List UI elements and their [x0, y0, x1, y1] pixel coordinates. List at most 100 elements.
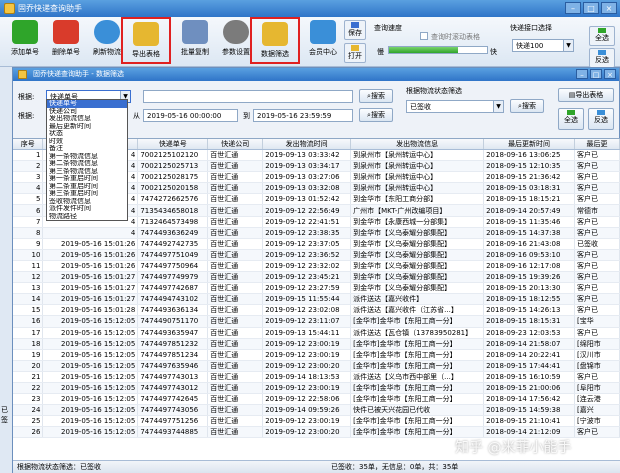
table-cell: 7474492742735 — [137, 238, 209, 250]
minimize-icon[interactable]: – — [565, 2, 581, 14]
table-row[interactable]: 21 2019-05-16 15:12:05 7474497743013 百世汇通 20… — [13, 371, 620, 383]
table-cell: 7002125028175 — [137, 171, 209, 184]
member-center-button[interactable]: 会员中心 — [301, 20, 345, 64]
refresh-icon — [94, 20, 120, 44]
main-select-all-button[interactable]: 全选 — [589, 26, 615, 46]
column-header[interactable]: 快递公司 — [207, 139, 264, 150]
filter-window-title-bar[interactable]: 固乔快递查询助手 - 数据筛选 – □ × — [13, 68, 619, 81]
maximize-icon[interactable]: □ — [583, 2, 599, 14]
table-cell: [金华市]金华市【东阳工商一分】 — [350, 360, 485, 372]
save-button[interactable]: 保存 — [344, 20, 366, 40]
table-cell: 2019-05-16 15:01:27 — [42, 271, 139, 284]
column-header[interactable]: 发出物流信息 — [350, 139, 485, 150]
filter-window-title: 固乔快递查询助手 - 数据筛选 — [33, 70, 124, 78]
status-search-button[interactable]: ⌕搜索 — [510, 99, 544, 113]
dropdown-option[interactable]: 最后更新时间 — [47, 123, 127, 131]
table-cell: 2018-09-16 12:17:08 — [483, 260, 576, 273]
api-select[interactable]: 快递100 ▼ — [512, 39, 574, 52]
table-cell: 15 — [13, 304, 44, 317]
title-bar[interactable]: 固乔快递查询助手 – □ × — [0, 0, 620, 17]
dropdown-option[interactable]: 第二条物流信息 — [47, 160, 127, 168]
table-cell: [金华市]金华市【东阳工商一分】 — [350, 315, 485, 328]
dropdown-option[interactable]: 状态 — [47, 130, 127, 138]
speed-slider[interactable] — [388, 46, 488, 54]
table-cell: 百世汇通 — [207, 360, 264, 372]
dropdown-option[interactable]: 发出物流信息 — [47, 115, 127, 123]
table-row[interactable]: 15 2019-05-16 15:01:28 7474493636134 百世汇通 20… — [13, 304, 620, 317]
filter-minimize-icon[interactable]: – — [576, 69, 588, 79]
dropdown-option[interactable]: 第一条重启时间 — [47, 175, 127, 183]
status-select[interactable]: 已签收 ▼ — [406, 100, 504, 113]
table-row[interactable]: 12 2019-05-16 15:01:27 7474497749979 百世汇通 20… — [13, 271, 620, 284]
table-cell: 百世汇通 — [207, 382, 264, 395]
table-cell: 2019-09-12 23:00:19 — [262, 382, 352, 395]
table-row[interactable]: 17 2019-05-16 15:12:05 7474493635947 百世汇通 20… — [13, 327, 620, 339]
table-row[interactable]: 10 2019-05-16 15:01:26 7474497751049 百世汇通 20… — [13, 249, 620, 261]
search-time-button[interactable]: ⌕搜索 — [359, 108, 393, 122]
dropdown-option[interactable]: 第三条物流信息 — [47, 168, 127, 176]
filter-keyword-input[interactable] — [143, 90, 353, 103]
table-row[interactable]: 9 2019-05-16 15:01:26 7474492742735 百世汇通 201… — [13, 238, 620, 250]
dropdown-option[interactable]: 第一条物流信息 — [47, 153, 127, 161]
table-row[interactable]: 8 4 7474493636249 百世汇通 2019-09-12 23:38:35 到金… — [13, 227, 620, 239]
dropdown-option[interactable]: 时效 — [47, 138, 127, 146]
dropdown-option[interactable]: 快递单号 — [47, 100, 127, 108]
column-header[interactable]: 序号 — [13, 139, 44, 150]
table-row[interactable]: 23 2019-05-16 15:12:05 7474497742645 百世汇通 20… — [13, 393, 620, 406]
dropdown-option[interactable]: 快递公司 — [47, 108, 127, 116]
copy-icon — [182, 20, 208, 44]
table-row[interactable]: 25 2019-05-16 15:12:05 7474497751256 百世汇通 20… — [13, 415, 620, 428]
data-filter-button[interactable]: 数据筛选 — [250, 17, 300, 64]
filter-close-icon[interactable]: × — [604, 69, 616, 79]
table-cell: 2019-09-12 23:36:52 — [262, 249, 352, 261]
table-cell: 百世汇通 — [207, 171, 264, 184]
table-row[interactable]: 24 2019-05-16 15:12:05 7474497743056 百世汇通 20… — [13, 404, 620, 417]
add-number-button[interactable]: 添加单号 — [3, 20, 47, 64]
table-cell: 客户已 — [574, 149, 620, 162]
table-cell: 7474493635947 — [137, 327, 209, 339]
table-row[interactable]: 18 2019-05-16 15:12:05 7474497851232 百世汇通 20… — [13, 338, 620, 350]
main-invert-button[interactable]: 反选 — [589, 48, 615, 68]
dropdown-option[interactable]: 第二条重启时间 — [47, 183, 127, 191]
column-header[interactable]: 发出物流时间 — [262, 139, 352, 150]
table-row[interactable]: 14 2019-05-16 15:01:27 7474494743102 百世汇通 20… — [13, 293, 620, 306]
select-all-icon — [567, 110, 575, 115]
table-cell: 客户已 — [574, 371, 620, 383]
table-cell: 7474497851234 — [137, 349, 209, 361]
close-icon[interactable]: × — [601, 2, 617, 14]
table-row[interactable]: 22 2019-05-16 15:12:05 7474497743012 百世汇通 20… — [13, 382, 620, 395]
table-cell: [金华市]金华市【东阳工商一分】 — [350, 415, 485, 428]
filter-export-button[interactable]: ▤导出表格 — [558, 88, 614, 102]
search-button[interactable]: ⌕搜索 — [359, 89, 393, 103]
dropdown-option[interactable]: 物流路径 — [47, 213, 127, 221]
table-cell: 到泉州市【泉州转运中心】 — [350, 182, 485, 195]
from-datetime-input[interactable]: 2019-05-16 00:00:00 — [143, 109, 238, 122]
dropdown-option[interactable]: 签收物流信息 — [47, 198, 127, 206]
column-header[interactable]: 快递单号 — [137, 139, 209, 150]
filter-invert-button[interactable]: 反选 — [588, 108, 614, 130]
field-dropdown-list[interactable]: 快递单号 快递公司 发出物流信息 最后更新时间 状态 时效 备注 第一条物流信息 第二条物流信息… — [46, 99, 128, 221]
dropdown-option[interactable]: 派件发件时间 — [47, 205, 127, 213]
table-cell: 3 — [13, 171, 44, 184]
column-header[interactable]: 最后更 — [574, 139, 620, 150]
open-button[interactable]: 打开 — [344, 43, 366, 63]
table-cell: 2019-09-12 23:00:20 — [262, 360, 352, 372]
table-row[interactable]: 13 2019-05-16 15:01:27 7474497742687 百世汇通 20… — [13, 282, 620, 295]
to-datetime-input[interactable]: 2019-05-16 23:59:59 — [253, 109, 353, 122]
dropdown-option[interactable]: 备注 — [47, 145, 127, 153]
filter-maximize-icon[interactable]: □ — [590, 69, 602, 79]
table-row[interactable]: 19 2019-05-16 15:12:05 7474497851234 百世汇通 20… — [13, 349, 620, 361]
batch-copy-button[interactable]: 批量复制 — [173, 20, 217, 64]
table-cell: 2018-09-15 03:18:31 — [483, 182, 576, 195]
table-cell: 19 — [13, 349, 44, 361]
table-cell: 6 — [13, 204, 44, 217]
table-row[interactable]: 20 2019-05-16 15:12:05 7474497635946 百世汇通 20… — [13, 360, 620, 372]
table-row[interactable]: 16 2019-05-16 15:12:05 7474490751170 百世汇通 20… — [13, 315, 620, 328]
delete-number-button[interactable]: 删除单号 — [44, 20, 88, 64]
dropdown-option[interactable]: 第三条重启时间 — [47, 190, 127, 198]
scroll-table-checkbox[interactable] — [420, 32, 428, 40]
export-table-button[interactable]: 导出表格 — [121, 17, 171, 64]
filter-select-all-button[interactable]: 全选 — [558, 108, 584, 130]
column-header[interactable]: 最后更新时间 — [483, 139, 576, 150]
table-row[interactable]: 11 2019-05-16 15:01:26 7474497750964 百世汇通 20… — [13, 260, 620, 273]
